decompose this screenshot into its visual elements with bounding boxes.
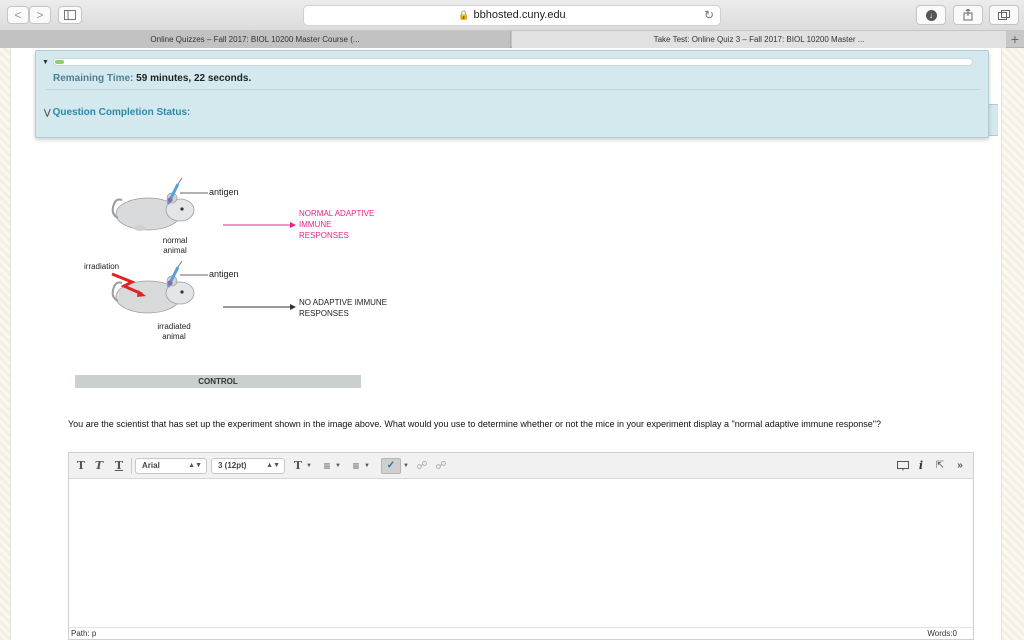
chevron-down-icon: ⋁: [44, 108, 51, 117]
normal-mouse-icon: [111, 192, 195, 231]
answer-text-area[interactable]: [69, 479, 973, 629]
remaining-time-value: 59 minutes, 22 seconds.: [136, 73, 252, 84]
tab-take-test[interactable]: Take Test: Online Quiz 3 – Fall 2017: BI…: [512, 31, 1006, 48]
browser-toolbar: < > 🔒 bbhosted.cuny.edu ↻ ↓: [0, 0, 1024, 31]
forward-button[interactable]: >: [29, 6, 51, 24]
share-icon: [963, 8, 973, 21]
url-text: bbhosted.cuny.edu: [473, 9, 566, 21]
normal-animal-line-2: animal: [163, 246, 187, 255]
irradiated-animal-line-1: irradiated: [157, 322, 191, 331]
arrowhead-icon: [290, 222, 296, 228]
remove-link-icon[interactable]: ☍: [433, 458, 449, 474]
bullet-list-dropdown-icon[interactable]: ▼: [335, 458, 341, 474]
insert-link-icon[interactable]: ☍: [415, 458, 429, 474]
irradiated-mouse-icon: [111, 275, 195, 314]
tab-bar: Online Quizzes – Fall 2017: BIOL 10200 M…: [0, 31, 1024, 48]
new-tab-button[interactable]: +: [1006, 31, 1024, 48]
lock-icon: 🔒: [458, 10, 470, 20]
spellcheck-dropdown-icon[interactable]: ▼: [403, 458, 409, 474]
share-button[interactable]: [953, 5, 983, 25]
page-background-left: [0, 48, 10, 640]
arrowhead-icon: [290, 304, 296, 310]
forward-arrow-icon: >: [36, 8, 44, 22]
reload-icon[interactable]: ↻: [704, 6, 714, 25]
page-background-right: [1002, 48, 1024, 640]
no-response-label: NO ADAPTIVE IMMUNE RESPONSES: [299, 297, 387, 319]
font-family-select[interactable]: Arial ▲▼: [135, 458, 207, 474]
normal-response-line-2: IMMUNE: [299, 220, 332, 229]
text-color-dropdown-icon[interactable]: ▼: [306, 458, 312, 474]
back-button[interactable]: <: [7, 6, 29, 24]
normal-response-line-1: NORMAL ADAPTIVE: [299, 209, 375, 218]
question-completion-label: Question Completion Status:: [52, 107, 191, 118]
no-response-line-2: RESPONSES: [299, 309, 349, 318]
font-size-value: 3 (12pt): [218, 461, 247, 470]
tab-overview-button[interactable]: [989, 5, 1019, 25]
select-arrows-icon: ▲▼: [188, 462, 202, 469]
tabs-icon: [998, 10, 1010, 20]
numbered-list-dropdown-icon[interactable]: ▼: [364, 458, 370, 474]
text-underline-button[interactable]: T: [113, 458, 125, 474]
word-count: Words:0: [927, 629, 957, 638]
irradiated-animal-label: irradiated animal: [148, 322, 200, 342]
tab-online-quizzes[interactable]: Online Quizzes – Fall 2017: BIOL 10200 M…: [0, 31, 511, 48]
normal-response-label: NORMAL ADAPTIVE IMMUNE RESPONSES: [299, 208, 374, 241]
remaining-time: Remaining Time: 59 minutes, 22 seconds.: [53, 73, 251, 84]
question-completion-toggle[interactable]: ⋁ Question Completion Status:: [44, 107, 190, 118]
time-progress-bar: [53, 58, 973, 66]
question-text: You are the scientist that has set up th…: [68, 419, 882, 429]
preview-icon[interactable]: [895, 458, 911, 474]
antigen-label: antigen: [209, 187, 239, 197]
address-bar[interactable]: 🔒 bbhosted.cuny.edu ↻: [303, 5, 721, 26]
bullet-list-icon[interactable]: ≡: [320, 458, 334, 474]
expand-toolbar-icon[interactable]: »: [953, 458, 967, 474]
antigen-label: antigen: [209, 269, 239, 279]
spellcheck-button[interactable]: ✓: [381, 458, 401, 474]
editor-path: Path: p: [71, 629, 97, 638]
timer-panel: ▼ Remaining Time: 59 minutes, 22 seconds…: [35, 50, 989, 138]
normal-response-line-3: RESPONSES: [299, 231, 349, 240]
remaining-time-label: Remaining Time:: [53, 73, 134, 84]
normal-animal-label: normal animal: [152, 236, 198, 256]
monitor-icon: [897, 461, 909, 471]
font-family-value: Arial: [142, 461, 160, 470]
irradiated-animal-line-2: animal: [162, 332, 186, 341]
info-icon[interactable]: i: [915, 458, 927, 474]
editor-toolbar: T T T Arial ▲▼ 3 (12pt) ▲▼ T ▼ ≡ ▼ ≡ ▼ ✓ ▼…: [69, 453, 973, 479]
tab-title: Online Quizzes – Fall 2017: BIOL 10200 M…: [150, 35, 360, 44]
figure-caption: CONTROL: [75, 375, 361, 388]
tab-title: Take Test: Online Quiz 3 – Fall 2017: BI…: [653, 35, 865, 44]
editor-status-bar: Path: p Words:0: [69, 627, 973, 639]
answer-editor: T T T Arial ▲▼ 3 (12pt) ▲▼ T ▼ ≡ ▼ ≡ ▼ ✓ ▼…: [68, 452, 974, 640]
sidebar-toggle-button[interactable]: [58, 6, 82, 24]
back-arrow-icon: <: [14, 8, 22, 22]
experiment-figure: antigen normal animal NORMAL ADAPTIVE IM…: [80, 176, 420, 346]
download-icon: ↓: [925, 9, 937, 21]
normal-animal-line-1: normal: [162, 236, 188, 245]
text-color-button[interactable]: T: [291, 458, 305, 474]
spellcheck-icon: ✓: [386, 460, 396, 471]
select-arrows-icon: ▲▼: [266, 462, 280, 469]
timer-panel-tab: [988, 104, 998, 136]
toolbar-separator: [131, 458, 132, 474]
downloads-button[interactable]: ↓: [916, 5, 946, 25]
numbered-list-icon[interactable]: ≡: [349, 458, 363, 474]
text-italic-button[interactable]: T: [93, 458, 105, 474]
fullscreen-icon[interactable]: ⇱: [933, 458, 947, 474]
divider: [46, 89, 980, 90]
experiment-diagram: [111, 177, 296, 314]
no-response-line-1: NO ADAPTIVE IMMUNE: [299, 298, 388, 307]
time-progress-fill: [55, 60, 64, 64]
font-size-select[interactable]: 3 (12pt) ▲▼: [211, 458, 285, 474]
collapse-caret-icon[interactable]: ▼: [42, 59, 49, 66]
text-bold-button[interactable]: T: [75, 458, 87, 474]
sidebar-icon: [64, 10, 76, 20]
irradiation-label: irradiation: [84, 262, 120, 271]
